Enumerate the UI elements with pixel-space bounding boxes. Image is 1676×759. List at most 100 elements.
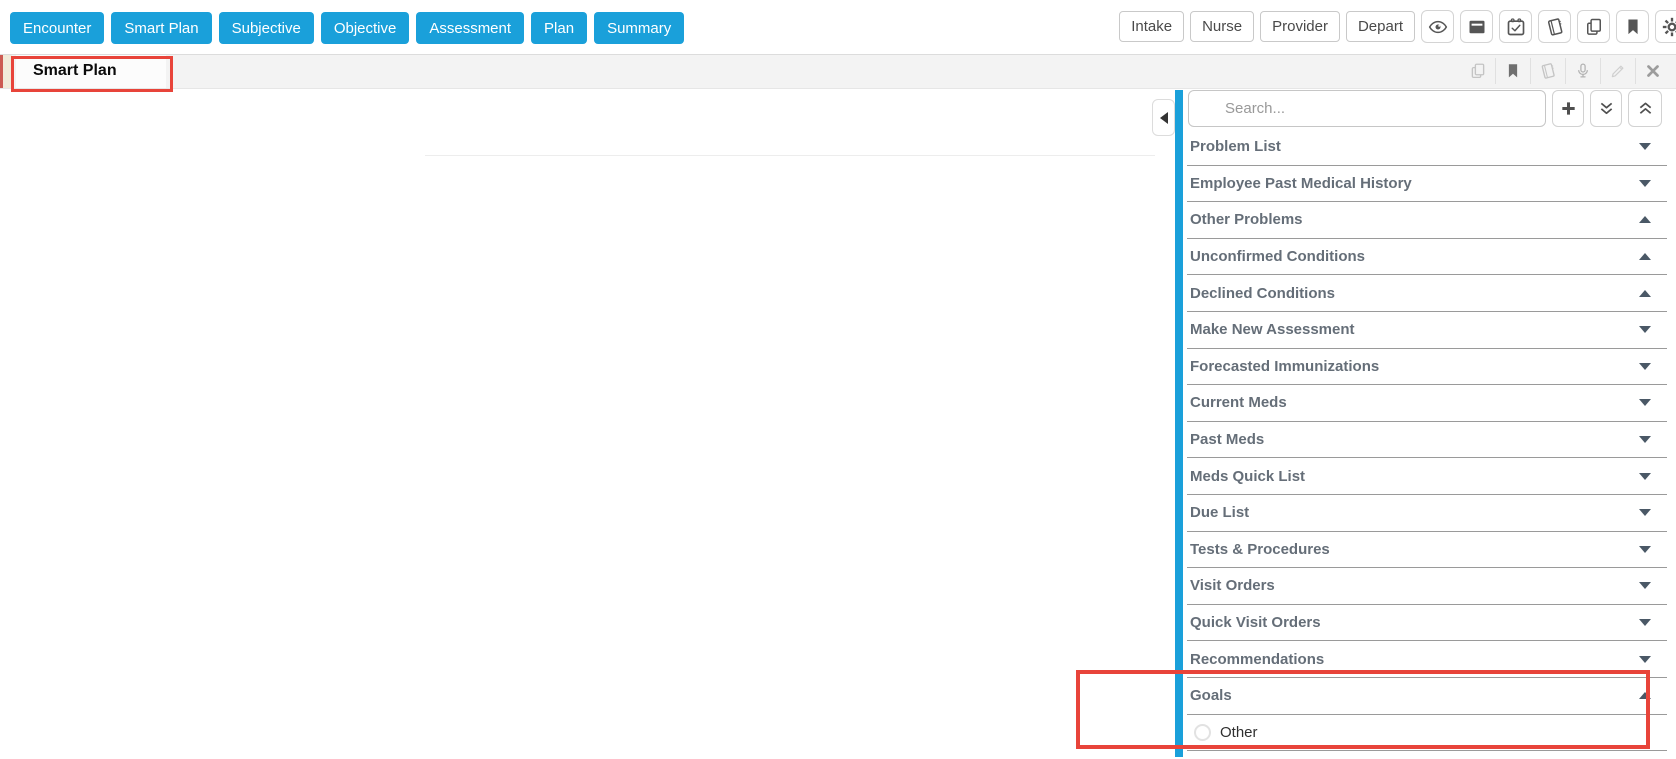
- chevron-down-icon: [1639, 326, 1651, 333]
- close-button[interactable]: [1636, 58, 1670, 84]
- stage-button-provider[interactable]: Provider: [1260, 11, 1340, 42]
- archive-button[interactable]: [1460, 10, 1493, 43]
- left-edge-strip: [0, 55, 12, 88]
- sidebar-section-list: Problem List Employee Past Medical Histor…: [1187, 129, 1667, 751]
- bookmark-icon: [1623, 17, 1643, 37]
- section-problem-list[interactable]: Problem List: [1187, 129, 1667, 166]
- chevron-down-icon: [1639, 180, 1651, 187]
- page-title: Smart Plan: [33, 55, 117, 86]
- section-label: Tests & Procedures: [1187, 541, 1639, 558]
- gear-icon: [1662, 17, 1676, 37]
- section-other-problems[interactable]: Other Problems: [1187, 202, 1667, 239]
- chevrons-up-icon: [1636, 99, 1655, 118]
- section-unconfirmed-conditions[interactable]: Unconfirmed Conditions: [1187, 239, 1667, 276]
- calendar-check-button[interactable]: [1499, 10, 1532, 43]
- section-make-new-assessment[interactable]: Make New Assessment: [1187, 312, 1667, 349]
- section-quick-visit-orders[interactable]: Quick Visit Orders: [1187, 605, 1667, 642]
- section-declined-conditions[interactable]: Declined Conditions: [1187, 275, 1667, 312]
- close-icon: [1644, 62, 1662, 80]
- microphone-icon: [1574, 62, 1592, 80]
- book-button[interactable]: [1531, 58, 1565, 84]
- gear-button[interactable]: [1655, 10, 1676, 43]
- sidebar-collapse-button[interactable]: [1152, 99, 1175, 136]
- section-employee-past-medical-history[interactable]: Employee Past Medical History: [1187, 166, 1667, 203]
- copy-button[interactable]: [1577, 10, 1610, 43]
- section-label: Declined Conditions: [1187, 285, 1639, 302]
- section-label: Current Meds: [1187, 394, 1639, 411]
- section-label: Make New Assessment: [1187, 321, 1639, 338]
- subheader-bar: Smart Plan: [0, 55, 1676, 89]
- list-item-other[interactable]: Other: [1187, 715, 1667, 752]
- bookmark-button[interactable]: [1616, 10, 1649, 43]
- section-meds-quick-list[interactable]: Meds Quick List: [1187, 458, 1667, 495]
- book-button[interactable]: [1538, 10, 1571, 43]
- nav-button-subjective[interactable]: Subjective: [219, 12, 314, 44]
- microphone-button[interactable]: [1566, 58, 1600, 84]
- section-label: Recommendations: [1187, 651, 1639, 668]
- pencil-button[interactable]: [1601, 58, 1635, 84]
- chevron-up-icon: [1639, 216, 1651, 223]
- chevron-down-icon: [1639, 436, 1651, 443]
- radio-button[interactable]: [1194, 724, 1211, 741]
- section-current-meds[interactable]: Current Meds: [1187, 385, 1667, 422]
- section-label: Due List: [1187, 504, 1639, 521]
- add-button[interactable]: [1552, 90, 1584, 127]
- nav-button-summary[interactable]: Summary: [594, 12, 684, 44]
- section-label: Past Meds: [1187, 431, 1639, 448]
- section-visit-orders[interactable]: Visit Orders: [1187, 568, 1667, 605]
- stage-button-intake[interactable]: Intake: [1119, 11, 1184, 42]
- toolbar-right-group: IntakeNurseProviderDepart: [1119, 10, 1676, 43]
- bookmark-icon: [1504, 62, 1522, 80]
- chevron-down-icon: [1639, 473, 1651, 480]
- top-toolbar: EncounterSmart PlanSubjectiveObjectiveAs…: [0, 0, 1676, 55]
- stage-button-nurse[interactable]: Nurse: [1190, 11, 1254, 42]
- search-input[interactable]: [1188, 90, 1546, 127]
- chevron-down-icon: [1639, 582, 1651, 589]
- section-label: Problem List: [1187, 138, 1639, 155]
- eye-button[interactable]: [1421, 10, 1454, 43]
- copy-icon: [1469, 62, 1487, 80]
- collapse-all-button[interactable]: [1628, 90, 1662, 127]
- section-tests-procedures[interactable]: Tests & Procedures: [1187, 532, 1667, 569]
- chevron-down-icon: [1639, 399, 1651, 406]
- nav-button-objective[interactable]: Objective: [321, 12, 410, 44]
- section-label: Meds Quick List: [1187, 468, 1639, 485]
- expand-all-button[interactable]: [1590, 90, 1622, 127]
- nav-button-smart-plan[interactable]: Smart Plan: [111, 12, 211, 44]
- section-label: Quick Visit Orders: [1187, 614, 1639, 631]
- section-past-meds[interactable]: Past Meds: [1187, 422, 1667, 459]
- copy-icon: [1584, 17, 1604, 37]
- section-recommendations[interactable]: Recommendations: [1187, 641, 1667, 678]
- nav-button-plan[interactable]: Plan: [531, 12, 587, 44]
- nav-button-assessment[interactable]: Assessment: [416, 12, 524, 44]
- section-label: Other Problems: [1187, 211, 1639, 228]
- chevron-up-icon: [1639, 290, 1651, 297]
- chevron-down-icon: [1639, 546, 1651, 553]
- nav-button-encounter[interactable]: Encounter: [10, 12, 104, 44]
- section-label: Unconfirmed Conditions: [1187, 248, 1639, 265]
- section-forecasted-immunizations[interactable]: Forecasted Immunizations: [1187, 349, 1667, 386]
- eye-icon: [1428, 17, 1448, 37]
- sidebar-accent-bar: [1175, 90, 1183, 757]
- subheader-icon-group: [1461, 58, 1670, 84]
- chevron-down-icon: [1639, 143, 1651, 150]
- nav-button-group: EncounterSmart PlanSubjectiveObjectiveAs…: [10, 12, 684, 44]
- caret-left-icon: [1160, 112, 1168, 124]
- stage-button-depart[interactable]: Depart: [1346, 11, 1415, 42]
- book-icon: [1539, 62, 1557, 80]
- chevron-down-icon: [1639, 363, 1651, 370]
- section-label: Employee Past Medical History: [1187, 175, 1639, 192]
- chevron-up-icon: [1639, 692, 1651, 699]
- section-label: Goals: [1187, 687, 1639, 704]
- chevron-down-icon: [1639, 656, 1651, 663]
- bookmark-button[interactable]: [1496, 58, 1530, 84]
- book-icon: [1545, 17, 1565, 37]
- section-due-list[interactable]: Due List: [1187, 495, 1667, 532]
- chevron-down-icon: [1639, 509, 1651, 516]
- section-goals[interactable]: Goals: [1187, 678, 1667, 715]
- archive-icon: [1467, 17, 1487, 37]
- copy-button[interactable]: [1461, 58, 1495, 84]
- chevrons-down-icon: [1597, 99, 1616, 118]
- content-divider-line: [425, 155, 1155, 156]
- section-label: Forecasted Immunizations: [1187, 358, 1639, 375]
